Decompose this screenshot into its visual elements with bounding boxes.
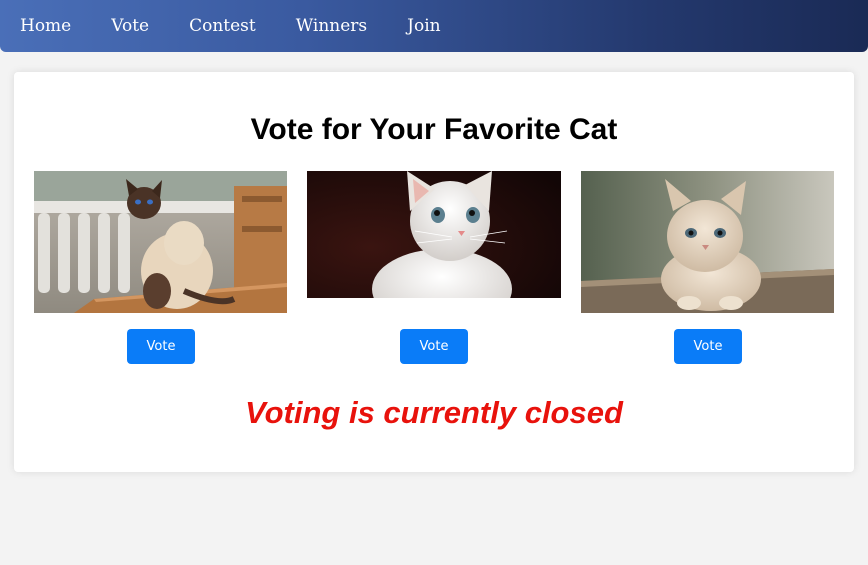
top-navbar: Home Vote Contest Winners Join (0, 0, 868, 52)
voting-status-message: Voting is currently closed (245, 395, 623, 430)
nav-vote[interactable]: Vote (111, 0, 149, 52)
vote-button-2[interactable]: Vote (400, 329, 468, 364)
page-title: Vote for Your Favorite Cat (250, 113, 618, 146)
siamese-cat-image (34, 171, 287, 313)
nav-join[interactable]: Join (407, 0, 440, 52)
nav-winners[interactable]: Winners (296, 0, 367, 52)
voting-card: Vote for Your Favorite Cat Vote Vote Vot… (14, 72, 854, 472)
nav-home[interactable]: Home (20, 0, 71, 52)
vote-button-3[interactable]: Vote (674, 329, 742, 364)
nav-contest[interactable]: Contest (189, 0, 256, 52)
cat-entry-2: Vote (307, 171, 561, 364)
vote-button-1[interactable]: Vote (127, 329, 195, 364)
cat-entry-3: Vote (581, 171, 834, 364)
cat-entry-1: Vote (34, 171, 287, 364)
white-kitten-image (307, 171, 561, 298)
fluffy-kitten-image (581, 171, 834, 313)
